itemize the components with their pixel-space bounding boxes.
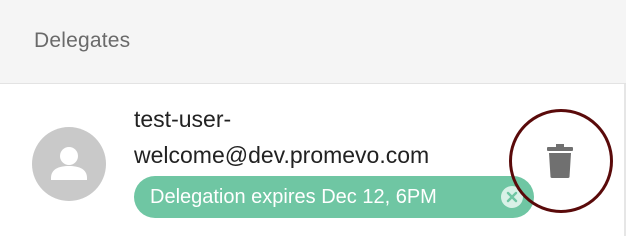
- trash-icon: [547, 144, 573, 178]
- delegation-expiry-label: Delegation expires Dec 12, 6PM: [150, 186, 437, 208]
- delegate-email-line-2: welcome@dev.promevo.com: [134, 142, 430, 168]
- delegates-panel: Delegates test-user- welcome@dev.promevo…: [0, 0, 626, 236]
- delegates-header: Delegates: [0, 0, 626, 84]
- avatar: [32, 127, 106, 201]
- close-icon[interactable]: [501, 186, 523, 208]
- section-title: Delegates: [34, 29, 131, 52]
- person-icon: [51, 147, 87, 180]
- delete-delegate-button[interactable]: [530, 133, 590, 189]
- delegate-email-line-1: test-user-: [134, 106, 232, 132]
- delegation-expiry-chip: Delegation expires Dec 12, 6PM: [134, 176, 534, 218]
